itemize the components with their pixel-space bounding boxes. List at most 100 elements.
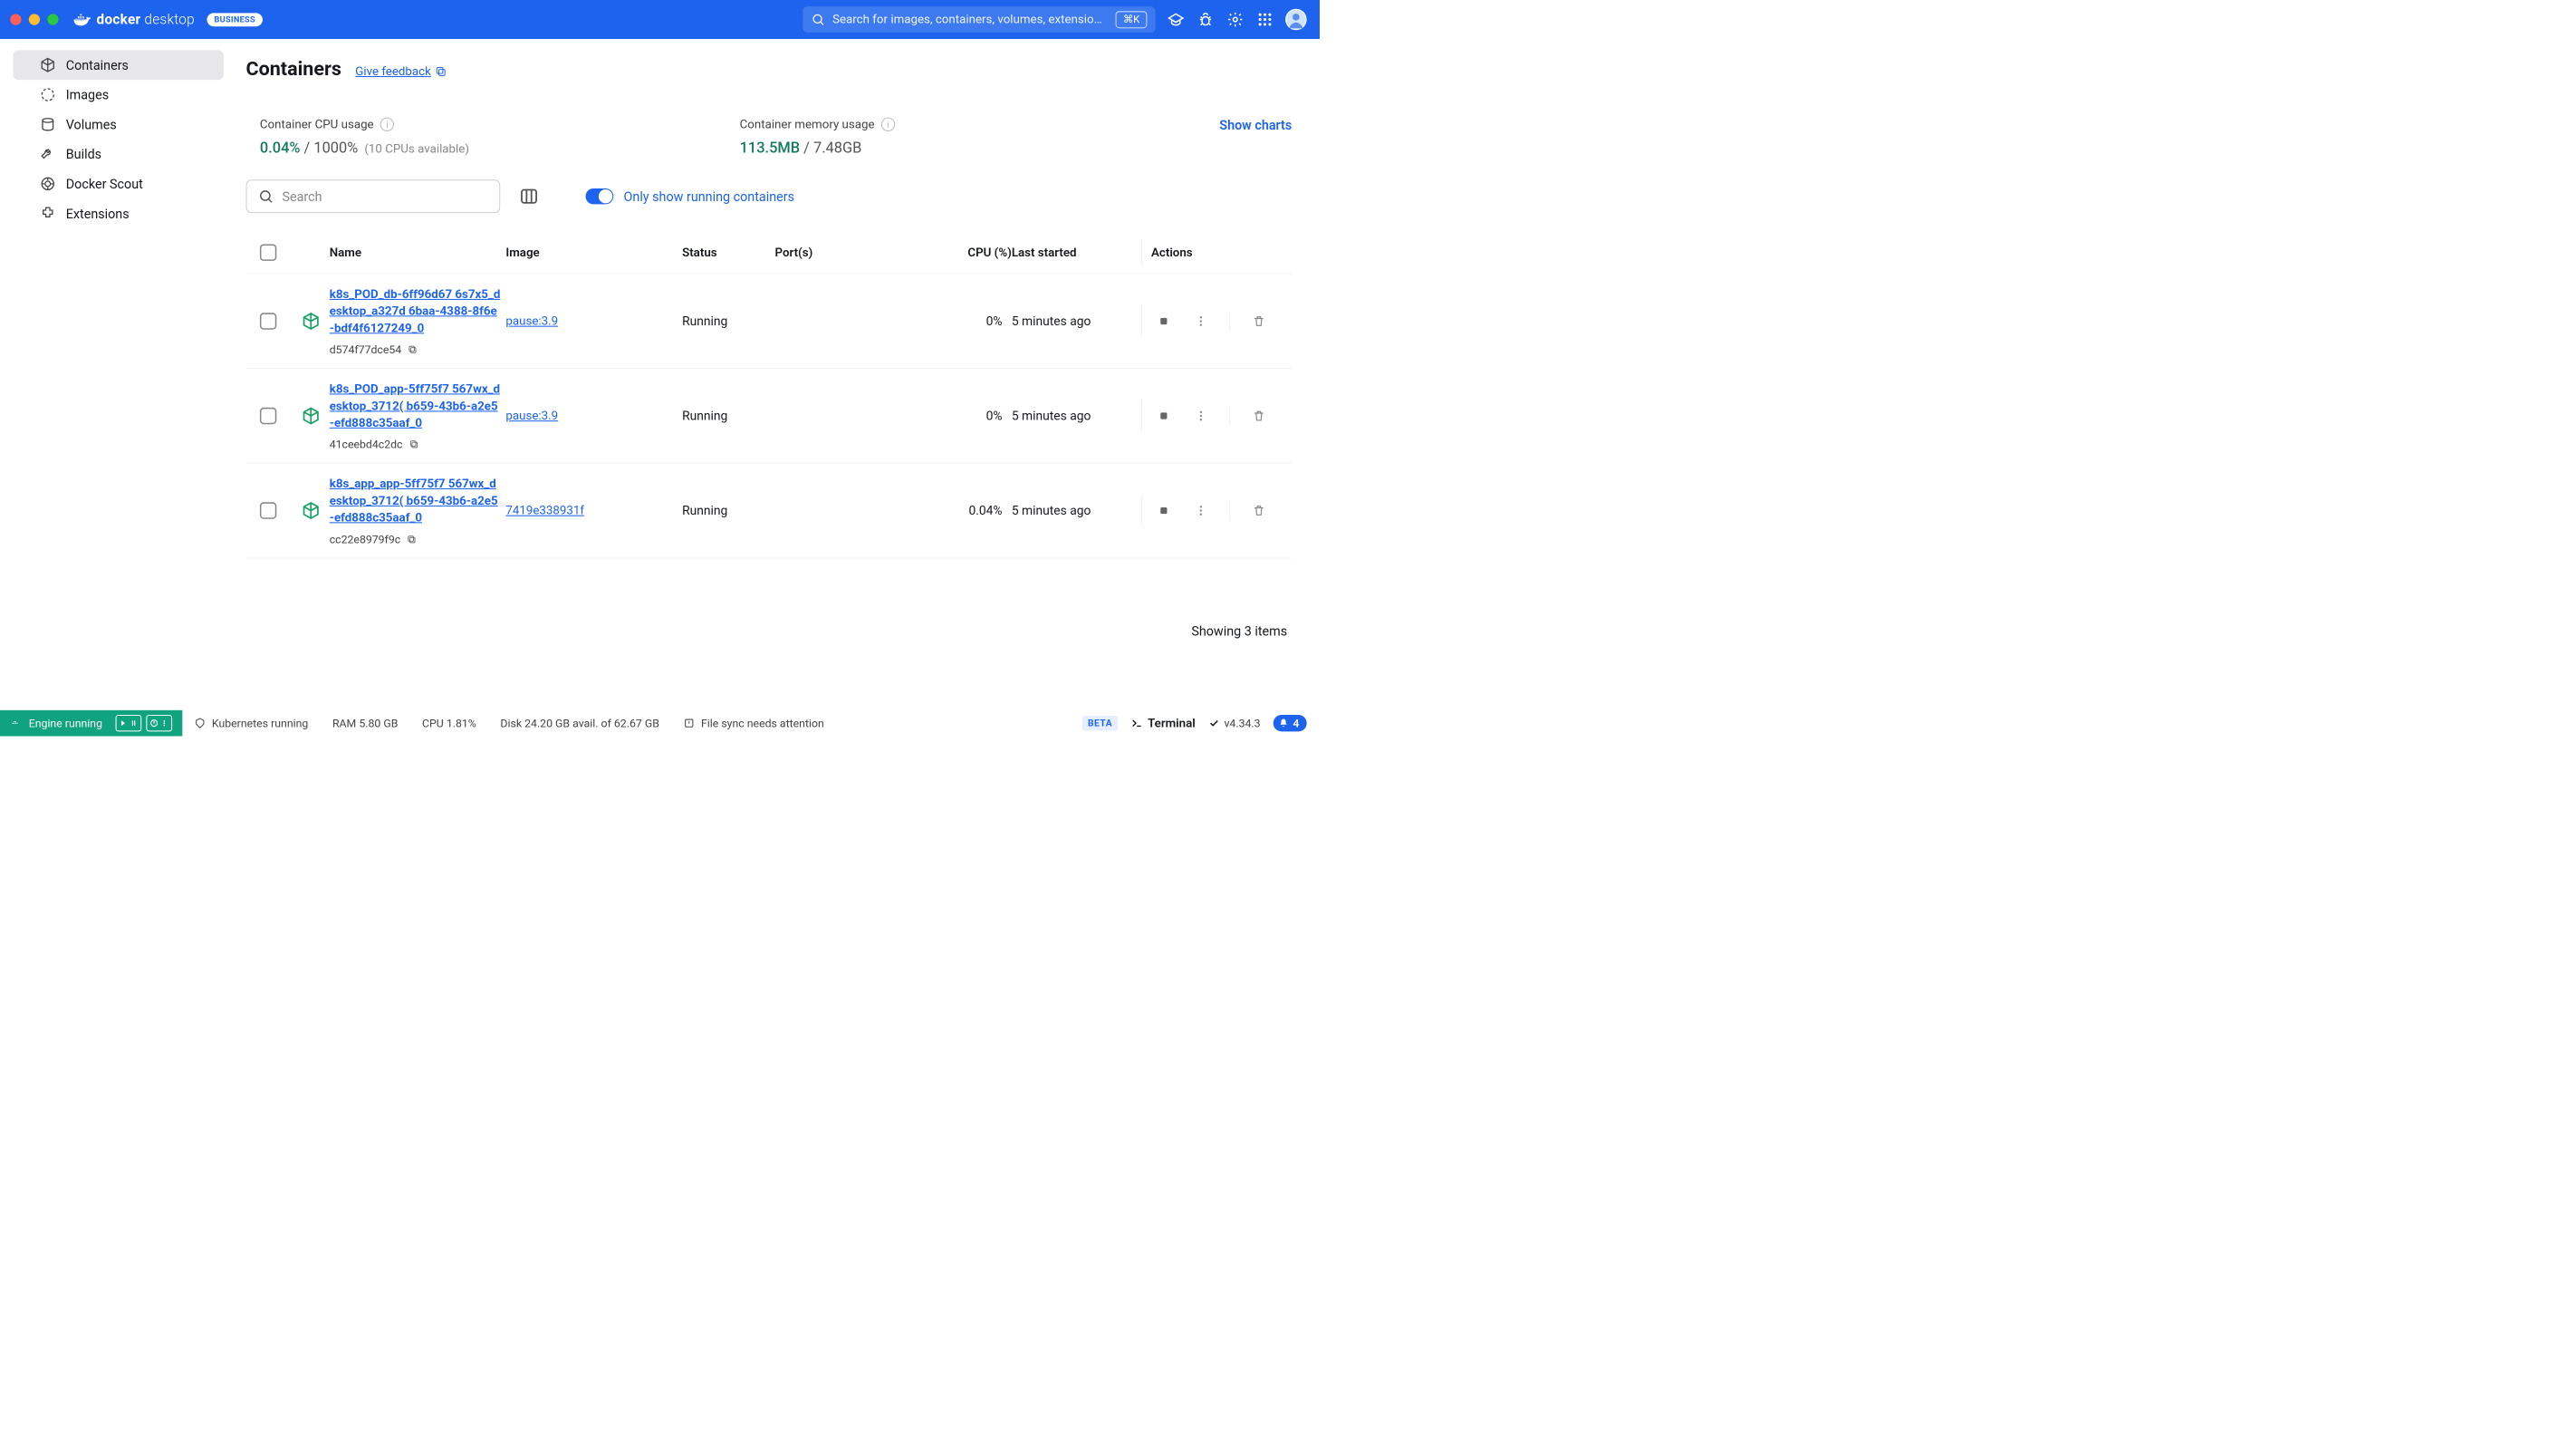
info-icon[interactable]: i — [380, 118, 394, 131]
item-count: Showing 3 items — [246, 623, 1288, 639]
main-content: Containers Give feedback Container CPU u… — [236, 39, 1320, 710]
sidebar-item-extensions[interactable]: Extensions — [13, 198, 224, 228]
row-checkbox[interactable] — [260, 502, 276, 518]
builds-icon — [40, 146, 55, 161]
image-link[interactable]: pause:3.9 — [505, 409, 558, 422]
container-search[interactable] — [246, 179, 501, 213]
container-hash: d574f77dce54 — [330, 343, 502, 356]
delete-button[interactable] — [1251, 408, 1267, 424]
engine-play-pause[interactable] — [115, 715, 141, 731]
version-label[interactable]: v4.34.3 — [1208, 717, 1260, 729]
engine-status[interactable]: Engine running — [0, 710, 182, 737]
containers-table: Name Image Status Port(s) CPU (%) Last s… — [246, 232, 1293, 558]
container-name-link[interactable]: k8s_POD_db-6ff96d67 6s7x5_desktop_a327d … — [330, 286, 502, 337]
container-name-link[interactable]: k8s_POD_app-5ff75f7 567wx_desktop_3712( … — [330, 381, 502, 431]
started-cell: 5 minutes ago — [1012, 409, 1141, 423]
titlebar: docker desktop BUSINESS ⌘K — [0, 0, 1320, 39]
bug-icon[interactable] — [1197, 10, 1215, 28]
sidebar-item-builds[interactable]: Builds — [13, 140, 224, 169]
close-window[interactable] — [10, 14, 21, 24]
memory-stat: Container memory usagei 113.5MB / 7.48GB — [740, 118, 1220, 157]
extensions-icon — [40, 206, 55, 221]
select-all-checkbox[interactable] — [260, 244, 276, 260]
row-actions — [1141, 304, 1271, 337]
search-icon — [258, 188, 274, 204]
search-icon — [812, 13, 825, 26]
row-checkbox[interactable] — [260, 408, 276, 424]
images-icon — [40, 87, 55, 102]
warning-icon — [684, 718, 695, 728]
container-hash: 41ceebd4c2dc — [330, 438, 502, 450]
bell-icon — [1278, 718, 1289, 728]
sidebar-item-scout[interactable]: Docker Scout — [13, 169, 224, 198]
copy-icon[interactable] — [406, 534, 417, 545]
columns-icon — [519, 187, 539, 207]
sidebar-item-containers[interactable]: Containers — [13, 50, 224, 80]
stop-button[interactable] — [1156, 408, 1172, 424]
started-cell: 5 minutes ago — [1012, 313, 1141, 328]
table-row: k8s_POD_app-5ff75f7 567wx_desktop_3712( … — [246, 368, 1293, 463]
started-cell: 5 minutes ago — [1012, 503, 1141, 517]
stop-button[interactable] — [1156, 313, 1172, 329]
sidebar-item-volumes[interactable]: Volumes — [13, 110, 224, 140]
maximize-window[interactable] — [47, 14, 58, 24]
sidebar-item-label: Docker Scout — [66, 176, 143, 191]
table-row: k8s_app_app-5ff75f7 567wx_desktop_3712( … — [246, 463, 1293, 558]
notifications-button[interactable]: 4 — [1274, 715, 1307, 731]
feedback-link[interactable]: Give feedback — [355, 64, 447, 78]
cpu-stat: Container CPU usagei 0.04% / 1000% (10 C… — [260, 118, 740, 157]
user-avatar[interactable] — [1285, 9, 1307, 31]
global-search[interactable]: ⌘K — [803, 6, 1155, 33]
row-actions — [1141, 400, 1271, 432]
global-search-input[interactable] — [832, 13, 1108, 26]
sync-status[interactable]: File sync needs attention — [671, 717, 836, 729]
settings-icon[interactable] — [1226, 10, 1244, 28]
sidebar-item-label: Containers — [66, 57, 129, 72]
status-cell: Running — [682, 503, 774, 517]
k8s-icon — [194, 718, 205, 728]
sidebar-item-images[interactable]: Images — [13, 80, 224, 110]
container-hash: cc22e8979f9c — [330, 533, 502, 545]
toggle-label: Only show running containers — [624, 188, 794, 204]
info-icon[interactable]: i — [881, 118, 895, 131]
external-icon — [435, 65, 447, 77]
sidebar-item-label: Volumes — [66, 117, 117, 132]
running-only-toggle[interactable] — [586, 188, 614, 204]
image-link[interactable]: pause:3.9 — [505, 314, 558, 328]
copy-icon[interactable] — [407, 344, 418, 355]
apps-grid-icon[interactable] — [1255, 10, 1274, 28]
container-search-input[interactable] — [282, 188, 487, 204]
k8s-status: Kubernetes running — [182, 717, 321, 729]
tier-badge: BUSINESS — [207, 13, 263, 26]
container-running-icon — [302, 407, 320, 425]
show-charts-link[interactable]: Show charts — [1219, 118, 1292, 133]
delete-button[interactable] — [1251, 502, 1267, 518]
learn-icon[interactable] — [1167, 10, 1185, 28]
container-name-link[interactable]: k8s_app_app-5ff75f7 567wx_desktop_3712( … — [330, 476, 502, 526]
columns-button[interactable] — [519, 186, 540, 207]
engine-power-menu[interactable] — [146, 715, 172, 731]
brand: docker desktop BUSINESS — [72, 10, 263, 28]
stop-button[interactable] — [1156, 502, 1172, 518]
sidebar-item-label: Extensions — [66, 206, 130, 221]
scout-icon — [40, 176, 55, 191]
row-checkbox[interactable] — [260, 313, 276, 329]
sidebar-item-label: Images — [66, 87, 109, 102]
copy-icon[interactable] — [409, 439, 419, 449]
sidebar: Containers Images Volumes Builds Docker … — [0, 39, 236, 710]
more-button[interactable] — [1193, 313, 1209, 329]
delete-button[interactable] — [1251, 313, 1267, 329]
container-icon — [40, 57, 55, 72]
minimize-window[interactable] — [29, 14, 40, 24]
sidebar-item-label: Builds — [66, 147, 101, 162]
ram-status: RAM 5.80 GB — [321, 717, 410, 729]
more-button[interactable] — [1193, 502, 1209, 518]
image-link[interactable]: 7419e338931f — [505, 504, 584, 517]
status-cell: Running — [682, 313, 774, 328]
table-header: Name Image Status Port(s) CPU (%) Last s… — [246, 232, 1293, 274]
more-button[interactable] — [1193, 408, 1209, 424]
row-actions — [1141, 495, 1271, 527]
terminal-button[interactable]: Terminal — [1131, 716, 1196, 729]
disk-status: Disk 24.20 GB avail. of 62.67 GB — [488, 717, 671, 729]
volumes-icon — [40, 117, 55, 132]
